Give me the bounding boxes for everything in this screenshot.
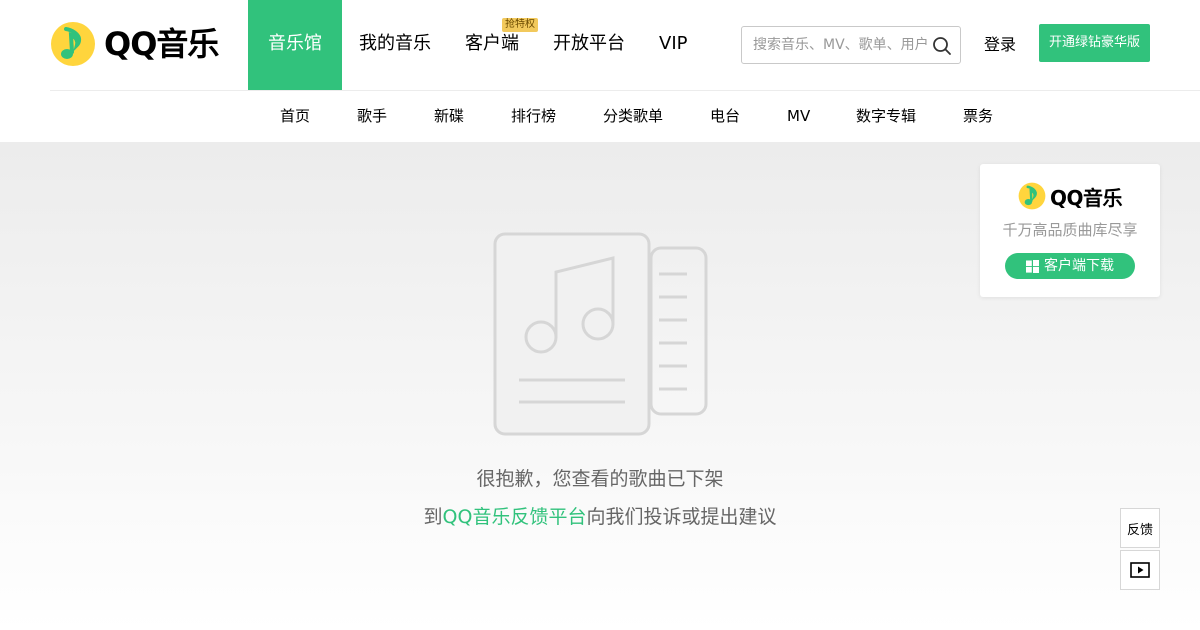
video-button[interactable] bbox=[1120, 550, 1160, 590]
sub-nav-radio[interactable]: 电台 bbox=[710, 106, 740, 126]
search-box bbox=[741, 26, 961, 64]
privilege-tag: 抢特权 bbox=[502, 18, 538, 32]
sub-nav-charts[interactable]: 排行榜 bbox=[511, 106, 556, 126]
feedback-button[interactable]: 反馈 bbox=[1120, 508, 1160, 548]
logo-wordmark: QQ音乐 bbox=[104, 25, 219, 63]
qq-music-note-icon bbox=[1018, 182, 1046, 210]
nav-item-label: 开放平台 bbox=[553, 33, 625, 54]
login-link[interactable]: 登录 bbox=[984, 33, 1016, 57]
top-header: QQ音乐 音乐馆 我的音乐 客户端 抢特权 开放平台 VIP 登录 开通绿钻豪华… bbox=[0, 0, 1200, 90]
promo-logo: QQ音乐 bbox=[1018, 181, 1123, 211]
nav-item-my-music[interactable]: 我的音乐 bbox=[342, 0, 448, 90]
sub-nav-digital-albums[interactable]: 数字专辑 bbox=[856, 106, 916, 126]
client-download-label: 客户端下载 bbox=[1044, 258, 1114, 274]
feedback-suffix: 向我们投诉或提出建议 bbox=[586, 506, 777, 528]
feedback-prefix: 到 bbox=[423, 506, 443, 528]
client-promo-card: QQ音乐 千万高品质曲库尽享 客户端下载 bbox=[980, 164, 1160, 297]
promo-wordmark: QQ音乐 bbox=[1050, 185, 1123, 210]
sub-nav-playlists[interactable]: 分类歌单 bbox=[603, 106, 663, 126]
search-icon[interactable] bbox=[932, 36, 952, 56]
feedback-message: 到QQ音乐反馈平台向我们投诉或提出建议 bbox=[0, 504, 1200, 530]
feedback-label: 反馈 bbox=[1126, 522, 1153, 538]
search-input[interactable] bbox=[742, 27, 930, 63]
sub-nav-tickets[interactable]: 票务 bbox=[963, 106, 993, 126]
windows-icon bbox=[1026, 259, 1039, 273]
nav-item-label: VIP bbox=[659, 33, 688, 54]
vip-subscribe-button[interactable]: 开通绿钻豪华版 bbox=[1039, 24, 1150, 62]
play-box-icon bbox=[1130, 562, 1150, 578]
sub-nav: 首页 歌手 新碟 排行榜 分类歌单 电台 MV 数字专辑 票务 bbox=[0, 91, 1200, 142]
song-removed-illustration bbox=[493, 232, 708, 436]
removed-message: 很抱歉，您查看的歌曲已下架 bbox=[476, 468, 724, 490]
sub-nav-new-albums[interactable]: 新碟 bbox=[434, 106, 464, 126]
client-download-button[interactable]: 客户端下载 bbox=[1005, 253, 1135, 279]
sub-nav-home[interactable]: 首页 bbox=[280, 106, 310, 126]
main-nav: 音乐馆 我的音乐 客户端 抢特权 开放平台 VIP bbox=[248, 0, 704, 90]
promo-tagline: 千万高品质曲库尽享 bbox=[1002, 221, 1138, 239]
nav-item-music-hall[interactable]: 音乐馆 bbox=[248, 0, 342, 90]
qq-music-note-icon bbox=[51, 22, 95, 66]
sub-nav-mv[interactable]: MV bbox=[787, 106, 810, 126]
nav-item-label: 我的音乐 bbox=[359, 33, 431, 54]
nav-item-open-platform[interactable]: 开放平台 bbox=[536, 0, 642, 90]
nav-item-label: 音乐馆 bbox=[268, 33, 322, 54]
qq-music-logo[interactable]: QQ音乐 bbox=[50, 21, 219, 67]
nav-item-label: 客户端 bbox=[465, 33, 519, 54]
nav-item-client[interactable]: 客户端 抢特权 bbox=[448, 0, 538, 90]
sub-nav-singers[interactable]: 歌手 bbox=[357, 106, 387, 126]
nav-item-vip[interactable]: VIP bbox=[642, 0, 704, 90]
feedback-platform-link[interactable]: QQ音乐反馈平台 bbox=[443, 506, 587, 528]
